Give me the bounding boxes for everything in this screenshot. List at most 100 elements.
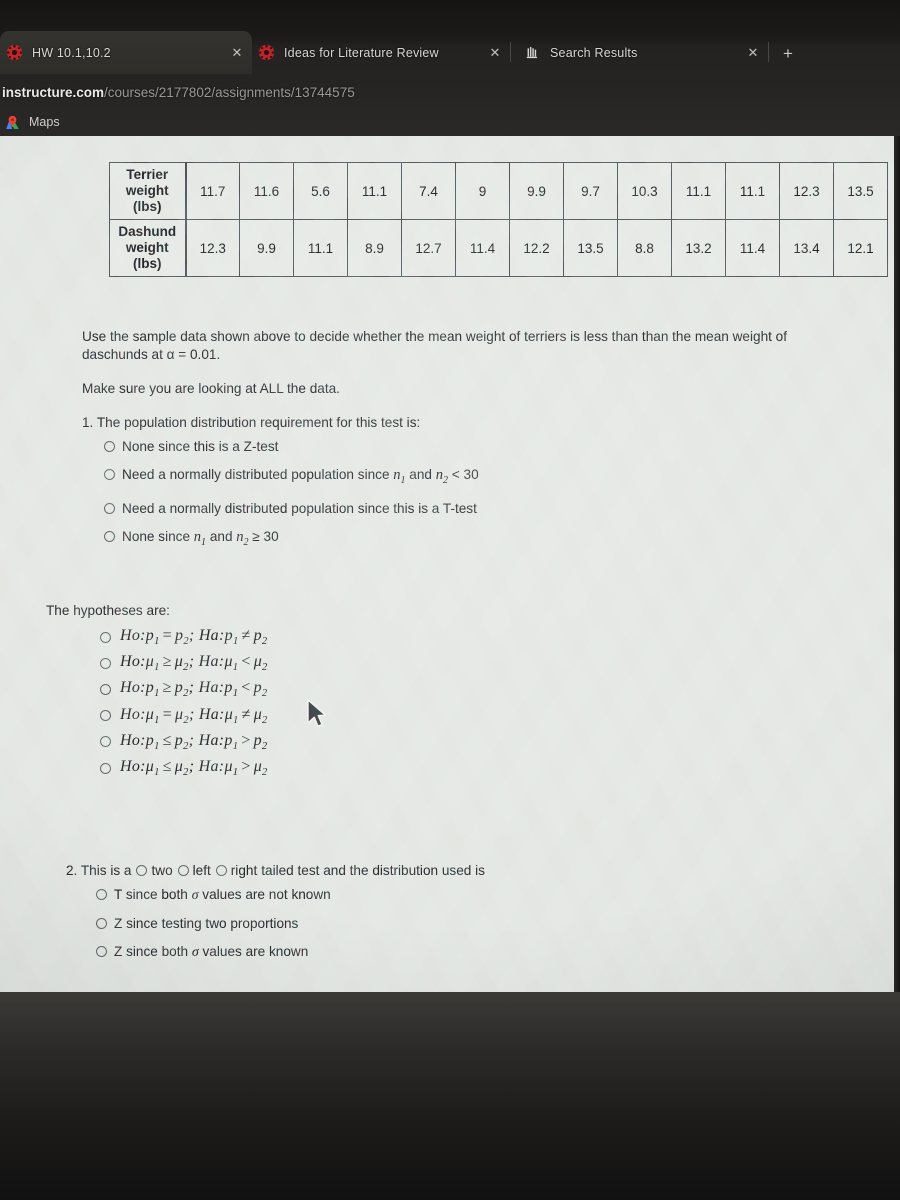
tab-close-icon[interactable]: ✕	[486, 45, 504, 61]
tab-strip: HW 10.1,10.2 ✕ Ideas for Literature Revi…	[0, 31, 900, 74]
row-header-line: (lbs)	[133, 199, 162, 214]
cell: 13.5	[563, 219, 618, 277]
radio-icon[interactable]	[100, 683, 111, 695]
radio-icon[interactable]	[96, 918, 107, 929]
mouse-cursor	[305, 698, 327, 730]
option-label: None since n1 and n2 ≥ 30	[122, 528, 279, 548]
browser-tab-hw[interactable]: HW 10.1,10.2 ✕	[0, 31, 252, 74]
row-header-line: Terrier	[126, 167, 169, 182]
radio-icon[interactable]	[96, 946, 107, 957]
library-search-icon	[524, 44, 541, 61]
browser-chrome: HW 10.1,10.2 ✕ Ideas for Literature Revi…	[0, 0, 900, 136]
cell: 13.5	[833, 162, 888, 220]
option-q1-none-z-test[interactable]: None since this is a Z-test	[104, 438, 842, 455]
browser-tab-literature-review[interactable]: Ideas for Literature Review ✕	[252, 31, 510, 74]
radio-icon-left-tailed[interactable]	[177, 865, 189, 876]
radio-icon[interactable]	[104, 502, 115, 514]
cell: 11.6	[239, 162, 294, 220]
question-1-text: 1. The population distribution requireme…	[82, 415, 421, 430]
option-q2-z-sigma-known[interactable]: Z since both σ values are known	[96, 943, 766, 961]
cell: 9	[455, 162, 510, 220]
option-hypothesis-3[interactable]: Ho:p1 ≥ p2; Ha:p1 < p2	[100, 679, 268, 700]
radio-icon[interactable]	[104, 469, 115, 480]
question-2-text: 2. This is a two left right tailed test …	[66, 863, 766, 878]
prompt-paragraph-1: Use the sample data shown above to decid…	[82, 329, 788, 362]
option-q2-z-two-proportions[interactable]: Z since testing two proportions	[96, 915, 766, 932]
bookmark-label-maps[interactable]: Maps	[29, 115, 60, 129]
canvas-logo-icon	[6, 44, 23, 61]
bookmarks-bar: Maps	[0, 110, 900, 134]
hypothesis-label: Ho:p1 ≤ p2; Ha:p1 > p2	[120, 731, 268, 752]
cell: 11.4	[725, 219, 780, 277]
table-row: Terrier weight (lbs) 11.7 11.6 5.6 11.1 …	[109, 162, 888, 220]
screen-right-edge	[894, 136, 900, 992]
tab-title: HW 10.1,10.2	[32, 45, 111, 60]
radio-icon[interactable]	[100, 736, 111, 748]
sigma-symbol: σ	[191, 888, 199, 903]
hypothesis-label: Ho:p1 ≥ p2; Ha:p1 < p2	[120, 679, 268, 700]
url-path: /courses/2177802/assignments/13744575	[104, 84, 355, 100]
cell: 8.8	[617, 219, 672, 277]
dog-weight-table: Terrier weight (lbs) 11.7 11.6 5.6 11.1 …	[109, 162, 888, 277]
row-header-terrier: Terrier weight (lbs)	[109, 162, 187, 220]
radio-icon[interactable]	[96, 889, 107, 900]
radio-icon[interactable]	[100, 762, 111, 774]
option-hypothesis-6[interactable]: Ho:μ1 ≤ μ2; Ha:μ1 > μ2	[100, 758, 268, 778]
option-q2-t-sigma-unknown[interactable]: T since both σ values are not known	[96, 886, 766, 904]
option-hypothesis-1[interactable]: Ho:p1 = p2; Ha:p1 ≠ p2	[100, 627, 268, 647]
radio-icon[interactable]	[100, 631, 111, 643]
hypothesis-label: Ho:μ1 ≥ μ2; Ha:μ1 < μ2	[120, 653, 268, 674]
tail-choice-two: two	[151, 863, 173, 878]
assignment-page: Terrier weight (lbs) 11.7 11.6 5.6 11.1 …	[0, 136, 894, 992]
question-2-suffix: tailed test and the distribution used is	[261, 863, 485, 878]
browser-tab-search-results[interactable]: Search Results ✕	[518, 31, 768, 74]
radio-icon[interactable]	[100, 657, 111, 669]
radio-icon-right-tailed[interactable]	[215, 865, 227, 876]
option-q1-none-n-ge-30[interactable]: None since n1 and n2 ≥ 30	[104, 528, 842, 551]
tab-divider	[768, 42, 769, 62]
option-q1-normal-t-test[interactable]: Need a normally distributed population s…	[104, 500, 842, 517]
cell: 12.2	[509, 219, 564, 277]
hypothesis-label: Ho:μ1 = μ2; Ha:μ1 ≠ μ2	[120, 705, 268, 726]
tab-close-icon[interactable]: ✕	[744, 45, 762, 61]
math-n1: n1	[193, 528, 207, 548]
option-label: T since both σ values are not known	[114, 887, 331, 903]
question-2-prefix: 2. This is a	[66, 863, 132, 878]
row-header-dashund: Dashund weight (lbs)	[109, 219, 187, 277]
table-row: Dashund weight (lbs) 12.3 9.9 11.1 8.9 1…	[109, 219, 888, 277]
prompt-paragraph-2: Make sure you are looking at ALL the dat…	[82, 381, 340, 396]
radio-icon[interactable]	[104, 441, 115, 452]
cell: 7.4	[401, 162, 456, 220]
cell: 11.7	[185, 162, 240, 220]
cell: 11.1	[347, 162, 402, 220]
tab-close-icon[interactable]: ✕	[228, 45, 246, 61]
address-bar[interactable]: instructure.com/courses/2177802/assignme…	[0, 78, 900, 106]
tab-title: Ideas for Literature Review	[284, 45, 439, 60]
assignment-content: Terrier weight (lbs) 11.7 11.6 5.6 11.1 …	[0, 136, 894, 992]
option-label: Need a normally distributed population s…	[122, 500, 477, 516]
option-hypothesis-5[interactable]: Ho:p1 ≤ p2; Ha:p1 > p2	[100, 732, 268, 752]
cell: 5.6	[293, 162, 348, 220]
cell: 12.7	[401, 219, 456, 277]
question-2-options: T since both σ values are not known Z si…	[96, 886, 766, 961]
option-hypothesis-2[interactable]: Ho:μ1 ≥ μ2; Ha:μ1 < μ2	[100, 653, 268, 673]
option-label: Z since testing two proportions	[114, 916, 299, 931]
cell: 8.9	[347, 219, 402, 277]
cell: 12.3	[185, 219, 240, 277]
tab-divider	[510, 42, 511, 62]
math-n2: n2	[236, 528, 249, 548]
cell: 11.1	[671, 162, 726, 220]
new-tab-button[interactable]: +	[778, 45, 798, 62]
radio-icon[interactable]	[104, 530, 115, 542]
option-q1-normal-n-lt-30[interactable]: Need a normally distributed population s…	[104, 466, 842, 489]
canvas-logo-icon	[258, 44, 275, 61]
radio-icon[interactable]	[100, 710, 111, 722]
cell: 13.2	[671, 219, 726, 277]
sigma-symbol: σ	[191, 945, 199, 960]
cell: 11.1	[293, 219, 348, 277]
radio-icon-two-tailed[interactable]	[136, 865, 148, 876]
option-hypothesis-4[interactable]: Ho:μ1 = μ2; Ha:μ1 ≠ μ2	[100, 706, 268, 726]
screenshot-root: HW 10.1,10.2 ✕ Ideas for Literature Revi…	[0, 0, 900, 1200]
row-header-line: (lbs)	[133, 256, 162, 271]
hypotheses-options: Ho:p1 = p2; Ha:p1 ≠ p2 Ho:μ1 ≥ μ2; Ha:μ1 < μ2 Ho…	[100, 627, 268, 784]
